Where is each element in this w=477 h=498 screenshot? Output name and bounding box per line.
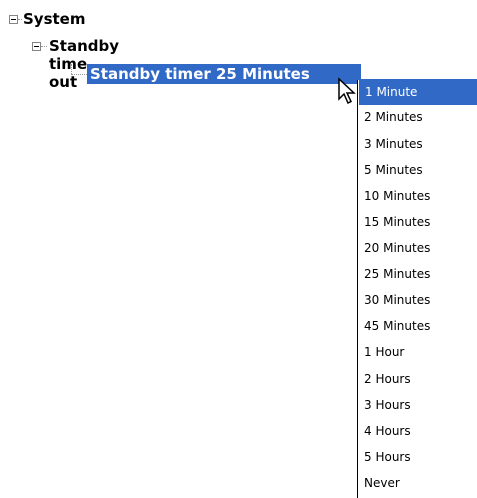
option-30-minutes[interactable]: 30 Minutes [358, 287, 477, 313]
mouse-cursor-icon [338, 77, 356, 105]
standby-timer-dropdown-list[interactable]: 1 Minute 2 Minutes 3 Minutes 5 Minutes 1… [357, 79, 477, 498]
option-3-hours[interactable]: 3 Hours [358, 392, 477, 418]
option-2-hours[interactable]: 2 Hours [358, 366, 477, 392]
collapse-standby-icon[interactable] [32, 42, 41, 51]
option-4-hours[interactable]: 4 Hours [358, 418, 477, 444]
option-45-minutes[interactable]: 45 Minutes [358, 313, 477, 339]
tree-node-system[interactable]: System [23, 10, 85, 28]
collapse-system-icon[interactable] [9, 15, 18, 24]
option-15-minutes[interactable]: 15 Minutes [358, 209, 477, 235]
option-never[interactable]: Never [358, 470, 477, 496]
option-10-minutes[interactable]: 10 Minutes [358, 183, 477, 209]
option-1-minute[interactable]: 1 Minute [359, 79, 477, 105]
tree-line [41, 46, 47, 48]
option-5-hours[interactable]: 5 Hours [358, 444, 477, 470]
option-3-minutes[interactable]: 3 Minutes [358, 131, 477, 157]
option-2-minutes[interactable]: 2 Minutes [358, 104, 477, 130]
tree-line [71, 74, 87, 76]
option-20-minutes[interactable]: 20 Minutes [358, 235, 477, 261]
tree-line [71, 64, 73, 74]
option-5-minutes[interactable]: 5 Minutes [358, 157, 477, 183]
tree-node-standby-timer[interactable]: Standby timer 25 Minutes [87, 64, 361, 84]
tree-line [18, 19, 22, 21]
option-25-minutes[interactable]: 25 Minutes [358, 261, 477, 287]
option-1-hour[interactable]: 1 Hour [358, 339, 477, 365]
